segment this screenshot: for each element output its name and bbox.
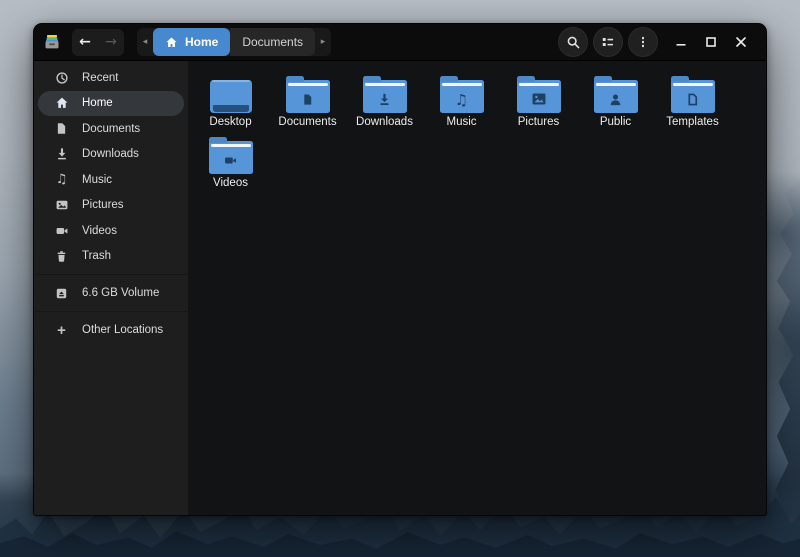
sidebar-label: Pictures: [82, 199, 124, 212]
close-button[interactable]: [730, 31, 752, 53]
file-label: Music: [446, 116, 477, 128]
drive-icon: [54, 286, 69, 301]
sidebar-separator: [34, 311, 188, 312]
file-item-videos[interactable]: Videos: [192, 128, 269, 189]
document-icon: [54, 121, 69, 136]
minimize-icon: [676, 44, 686, 46]
sidebar-item-pictures[interactable]: Pictures: [38, 193, 184, 219]
sidebar-label: Home: [82, 97, 113, 110]
file-grid: Desktop Documents Downloads ♫ Music Pict…: [192, 67, 735, 189]
file-label: Documents: [278, 116, 337, 128]
folder-pictures-icon: [516, 75, 561, 113]
sidebar-item-other-locations[interactable]: + Other Locations: [38, 317, 184, 343]
close-icon: [736, 37, 746, 47]
path-scroll-left-icon[interactable]: ◂: [137, 37, 153, 47]
files-app-icon: [45, 35, 59, 49]
folder-music-icon: ♫: [439, 75, 484, 113]
maximize-button[interactable]: [700, 31, 722, 53]
file-label: Desktop: [209, 116, 252, 128]
sidebar-item-documents[interactable]: Documents: [38, 116, 184, 142]
search-icon: [567, 36, 579, 48]
path-bar: ◂ Home Documents ▸: [137, 28, 332, 56]
plus-icon: +: [57, 321, 66, 339]
sidebar-item-videos[interactable]: Videos: [38, 218, 184, 244]
breadcrumb-label: Documents: [242, 35, 304, 49]
maximize-icon: [706, 37, 716, 47]
breadcrumb-label: Home: [185, 35, 219, 49]
forward-button[interactable]: →: [105, 35, 117, 49]
view-toggle-button[interactable]: [593, 27, 623, 57]
home-icon: [54, 96, 69, 111]
sidebar-item-recent[interactable]: Recent: [38, 65, 184, 91]
file-item-downloads[interactable]: Downloads: [346, 67, 423, 128]
back-button[interactable]: ←: [79, 35, 91, 49]
video-camera-icon: [54, 223, 69, 238]
wallpaper-side-trees: [775, 180, 800, 517]
menu-button[interactable]: [628, 27, 658, 57]
sidebar-item-trash[interactable]: Trash: [38, 244, 184, 270]
files-pane: Desktop Documents Downloads ♫ Music Pict…: [188, 61, 766, 515]
list-view-icon: [602, 37, 614, 47]
file-label: Pictures: [517, 116, 560, 128]
search-button[interactable]: [558, 27, 588, 57]
sidebar-item-home[interactable]: Home: [38, 90, 184, 116]
sidebar-item-volume[interactable]: 6.6 GB Volume: [38, 280, 184, 306]
file-label: Public: [599, 116, 632, 128]
file-label: Templates: [666, 116, 719, 128]
clock-icon: [54, 70, 69, 85]
file-item-music[interactable]: ♫ Music: [423, 67, 500, 128]
breadcrumb-documents[interactable]: Documents: [230, 28, 316, 56]
file-item-desktop[interactable]: Desktop: [192, 67, 269, 128]
file-label: Downloads: [356, 116, 413, 128]
file-label: Videos: [213, 177, 248, 189]
sidebar-separator: [34, 274, 188, 275]
file-item-documents[interactable]: Documents: [269, 67, 346, 128]
sidebar-label: Recent: [82, 71, 119, 84]
trash-icon: [54, 249, 69, 264]
desktop-icon: [209, 80, 252, 113]
folder-videos-icon: [208, 136, 253, 174]
headerbar: ← → ◂ Home Documents ▸: [34, 24, 766, 61]
menu-ellipsis-icon: [642, 36, 644, 48]
sidebar: Recent Home Documents Downloads ♫ Music …: [34, 61, 188, 515]
image-icon: [54, 198, 69, 213]
breadcrumb-home[interactable]: Home: [153, 28, 231, 56]
music-note-emblem: ♫: [454, 90, 469, 109]
window-controls: [670, 31, 752, 53]
home-icon: [166, 36, 177, 47]
sidebar-label: Downloads: [82, 148, 139, 161]
file-item-pictures[interactable]: Pictures: [500, 67, 577, 128]
minimize-button[interactable]: [670, 31, 692, 53]
sidebar-item-music[interactable]: ♫ Music: [38, 167, 184, 193]
sidebar-label: Music: [82, 173, 113, 186]
download-icon: [54, 147, 69, 162]
history-nav: ← →: [72, 28, 124, 56]
sidebar-label: Trash: [82, 250, 111, 263]
sidebar-label: Videos: [82, 224, 117, 237]
folder-documents-icon: [285, 75, 330, 113]
file-item-public[interactable]: Public: [577, 67, 654, 128]
folder-public-icon: [593, 75, 638, 113]
sidebar-label: Documents: [82, 122, 141, 135]
files-window: ← → ◂ Home Documents ▸ Recent Home Docum…: [33, 23, 767, 516]
sidebar-label: 6.6 GB Volume: [82, 287, 160, 299]
sidebar-item-downloads[interactable]: Downloads: [38, 142, 184, 168]
window-body: Recent Home Documents Downloads ♫ Music …: [34, 61, 766, 515]
folder-templates-icon: [670, 75, 715, 113]
path-scroll-right-icon[interactable]: ▸: [315, 37, 331, 47]
music-note-icon: ♫: [55, 172, 68, 188]
file-item-templates[interactable]: Templates: [654, 67, 731, 128]
folder-downloads-icon: [362, 75, 407, 113]
sidebar-label: Other Locations: [82, 324, 164, 336]
